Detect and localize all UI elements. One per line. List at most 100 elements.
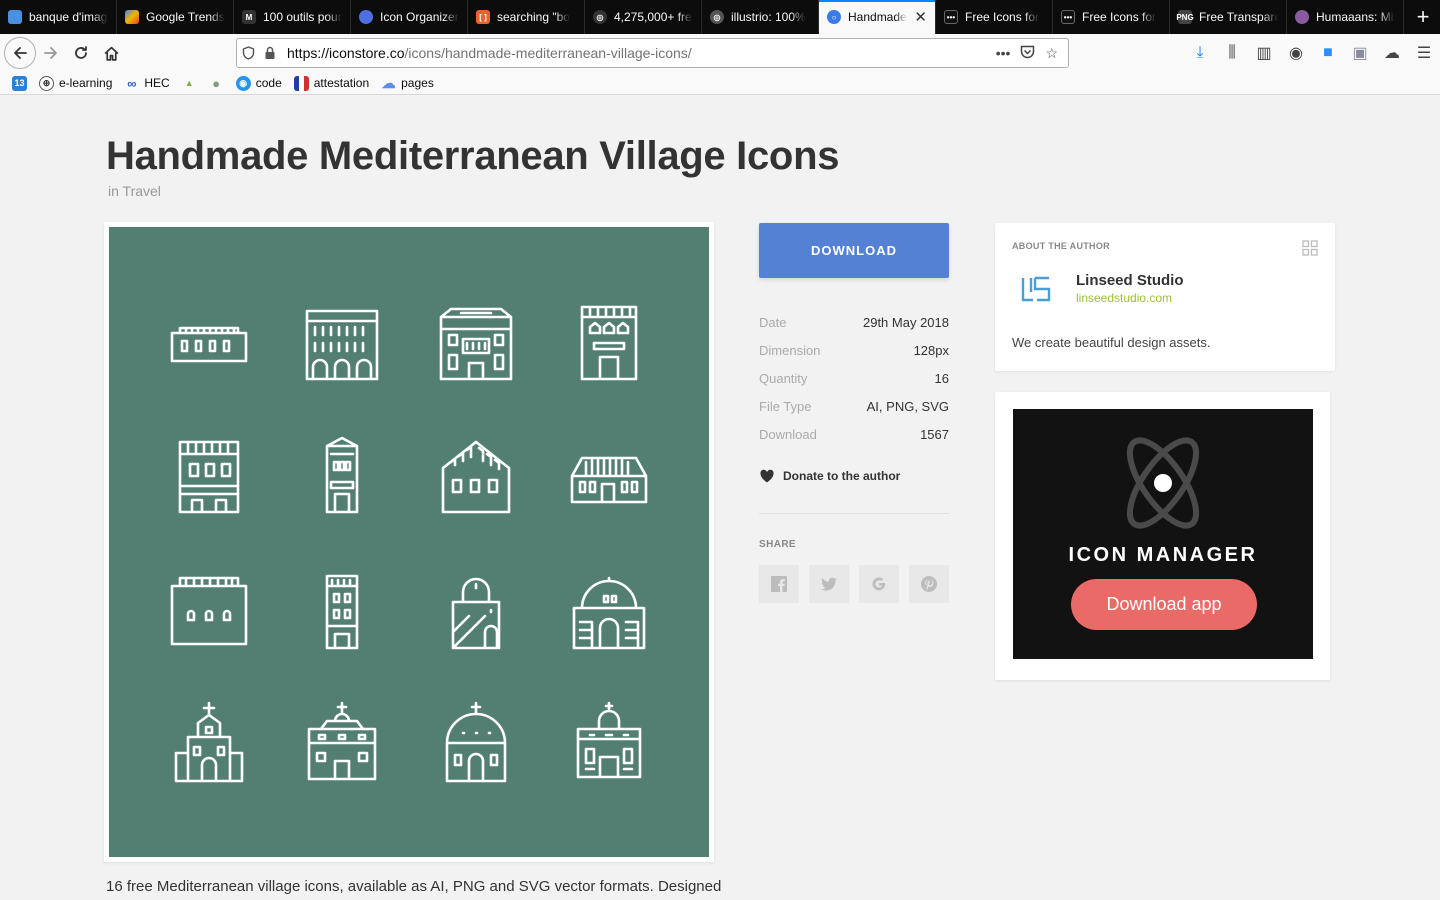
url-bar[interactable]: https://iconstore.co/icons/handmade-medi… (236, 38, 1069, 68)
facebook-share-button[interactable] (759, 565, 799, 603)
bookmark-label: e-learning (59, 76, 113, 90)
lock-icon[interactable] (259, 46, 281, 60)
facade-door-icon (564, 297, 654, 387)
ad-card: ICON MANAGER Download app (995, 392, 1330, 680)
browser-tab[interactable]: ••• Free Icons for (936, 0, 1053, 34)
bookmark-item[interactable]: ⊕ e-learning (39, 75, 113, 91)
bookmark-item[interactable]: 13 (12, 75, 27, 91)
browser-tab[interactable]: PNG Free Transparent (1170, 0, 1287, 34)
donate-label: Donate to the author (783, 469, 901, 483)
tab-favicon-icon: ••• (1061, 10, 1075, 24)
bookmark-item[interactable]: ● (209, 76, 224, 91)
browser-tab[interactable]: ◎ 4,275,000+ free (585, 0, 702, 34)
tab-favicon-icon (359, 10, 373, 24)
description-text: 16 free Mediterranean village icons, ava… (106, 878, 722, 895)
bookmark-item[interactable]: ▲ (182, 76, 197, 91)
author-website-link[interactable]: linseedstudio.com (1076, 291, 1172, 305)
shield-icon[interactable] (237, 46, 259, 60)
icon-manager-ad[interactable]: ICON MANAGER Download app (1013, 409, 1313, 659)
menu-icon[interactable]: ☰ (1414, 43, 1434, 63)
category-link[interactable]: in Travel (108, 183, 161, 199)
pinterest-icon (921, 576, 937, 592)
download-button[interactable]: DOWNLOAD (759, 223, 949, 278)
pinterest-share-button[interactable] (909, 565, 949, 603)
icon-set-preview[interactable] (109, 227, 709, 857)
author-name[interactable]: Linseed Studio (1076, 272, 1184, 289)
meta-key: Download (759, 426, 817, 442)
gable-house-icon (431, 430, 521, 520)
url-text[interactable]: https://iconstore.co/icons/handmade-medi… (287, 45, 996, 61)
tab-favicon-icon (8, 10, 22, 24)
browser-tab[interactable]: Icon Organizer (351, 0, 468, 34)
meta-value: 1567 (920, 426, 949, 442)
tab-label: Free Icons for (965, 10, 1040, 24)
download-app-button[interactable]: Download app (1071, 579, 1257, 630)
tab-label: Free Icons for (1082, 10, 1157, 24)
calendar-icon: 13 (12, 75, 27, 91)
tab-favicon-icon: [ ] (476, 10, 490, 24)
downloads-icon[interactable]: ⤓ (1190, 44, 1210, 62)
meta-value: AI, PNG, SVG (866, 398, 949, 414)
browser-tab[interactable]: [ ] searching "bo (468, 0, 585, 34)
page-actions-icon[interactable]: ••• (996, 45, 1011, 62)
divider (759, 513, 949, 514)
new-tab-button[interactable]: + (1406, 0, 1440, 34)
browser-tab[interactable]: ••• Free Icons for (1053, 0, 1170, 34)
bookmark-label: HEC (144, 76, 170, 90)
browser-tab[interactable]: banque d'images (0, 0, 117, 34)
account-icon[interactable]: ◉ (1286, 43, 1306, 63)
tab-label: Handmade (848, 10, 907, 24)
browser-tab-active[interactable]: ○ Handmade ✕ (819, 0, 936, 34)
meta-value: 16 (934, 370, 949, 386)
author-logo-icon[interactable] (1019, 276, 1053, 302)
bookmark-item[interactable]: ◉ code (235, 75, 282, 91)
sidebar-icon[interactable]: ▥ (1254, 43, 1274, 63)
library-icon[interactable]: ⫼ (1222, 44, 1242, 62)
close-tab-icon[interactable]: ✕ (910, 8, 927, 26)
tab-label: 100 outils pour (263, 10, 342, 24)
meta-key: Date (759, 314, 787, 330)
twitter-share-button[interactable] (809, 565, 849, 603)
pocket-icon[interactable] (1020, 45, 1035, 62)
zoom-extension-icon[interactable]: ■ (1318, 44, 1338, 62)
cloud-icon[interactable]: ☁ (1382, 43, 1402, 63)
browser-tab[interactable]: Humaaans: Mix (1287, 0, 1404, 34)
author-bio: We create beautiful design assets. (1012, 335, 1211, 350)
navigation-bar: https://iconstore.co/icons/handmade-medi… (0, 34, 1440, 72)
bookmark-label: pages (401, 76, 434, 90)
tab-favicon-icon: ○ (827, 10, 841, 24)
tab-label: Free Transparent (1199, 10, 1278, 24)
url-path: /icons/handmade-mediterranean-village-ic… (404, 45, 692, 61)
browser-tab[interactable]: ◎ illustrio: 100% (702, 0, 819, 34)
author-heading: ABOUT THE AUTHOR (1012, 241, 1110, 251)
slim-tower-icon (297, 564, 387, 654)
home-button[interactable] (96, 38, 126, 68)
browser-tab[interactable]: Google Trends (117, 0, 234, 34)
tab-favicon-icon: ◎ (710, 10, 724, 24)
extension-icon[interactable]: ▣ (1350, 43, 1370, 63)
meta-table: Date 29th May 2018 Dimension 128px Quantit… (759, 308, 949, 448)
tab-bar: banque d'images Google Trends M 100 outil… (0, 0, 1440, 34)
browser-tab[interactable]: M 100 outils pour (234, 0, 351, 34)
tab-favicon-icon: M (242, 10, 256, 24)
facebook-icon (771, 576, 787, 592)
tab-label: banque d'images (29, 10, 108, 24)
tab-label: Icon Organizer (380, 10, 459, 24)
back-button[interactable] (4, 37, 36, 69)
bookmark-item[interactable]: ☁ pages (381, 74, 434, 91)
globe-icon: ⊕ (39, 75, 54, 91)
meta-row-file-type: File Type AI, PNG, SVG (759, 392, 949, 420)
cloud-icon: ☁ (381, 74, 396, 91)
toolbar-right: ⤓ ⫼ ▥ ◉ ■ ▣ ☁ ☰ (1190, 38, 1434, 68)
bookmark-star-icon[interactable]: ☆ (1045, 45, 1058, 62)
bookmark-item[interactable]: ▮ attestation (293, 75, 369, 91)
bookmark-item[interactable]: ∞ HEC (124, 76, 169, 91)
google-share-button[interactable] (859, 565, 899, 603)
grid-icon[interactable] (1302, 240, 1318, 256)
forward-button[interactable] (36, 38, 66, 68)
donate-link[interactable]: Donate to the author (759, 468, 900, 484)
reload-button[interactable] (66, 38, 96, 68)
chapel-belfry-icon (297, 697, 387, 787)
share-heading: SHARE (759, 539, 797, 550)
tab-label: Google Trends (146, 10, 225, 24)
